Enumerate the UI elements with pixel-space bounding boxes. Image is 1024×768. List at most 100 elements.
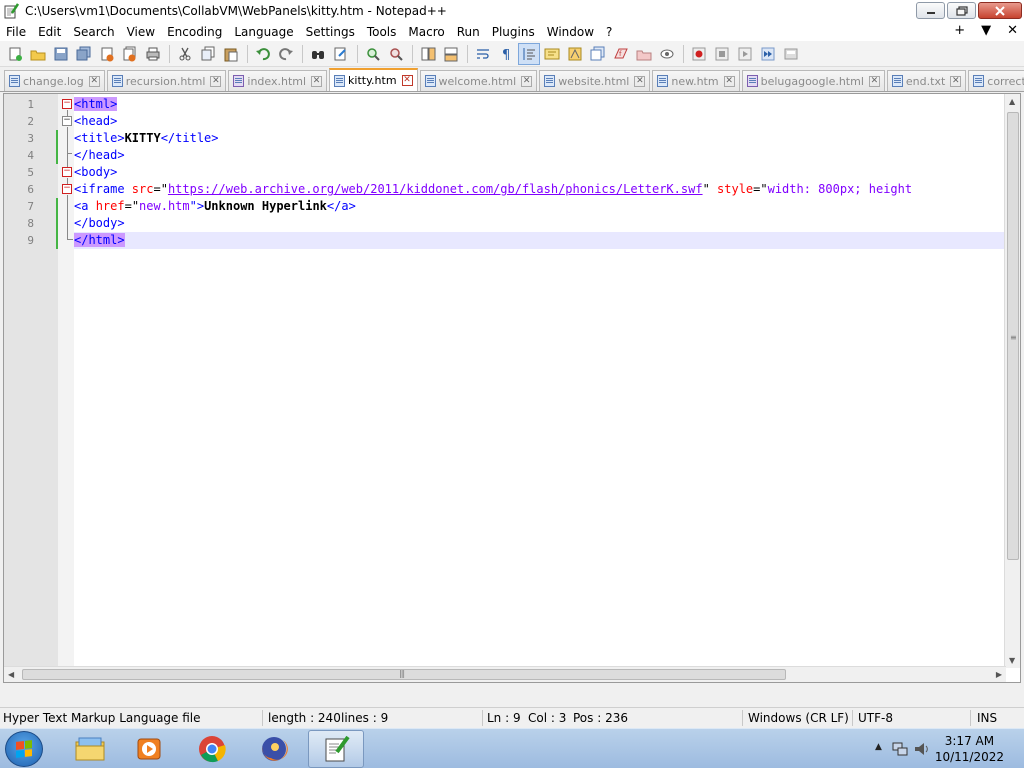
scroll-down-arrow[interactable]: ▼	[1009, 656, 1015, 665]
tab-index-html[interactable]: index.html ✕	[228, 70, 328, 91]
monitor-icon[interactable]	[633, 43, 655, 65]
explorer-icon[interactable]	[62, 730, 118, 768]
fold-collapse-icon[interactable]: −	[62, 116, 72, 126]
status-encoding[interactable]: UTF-8	[858, 711, 893, 725]
notepadpp-icon[interactable]	[308, 730, 364, 768]
sync-v-icon[interactable]	[417, 43, 439, 65]
print-icon[interactable]	[142, 43, 164, 65]
show-hidden-icons-icon[interactable]: ▲	[875, 742, 882, 752]
close-icon[interactable]	[96, 43, 118, 65]
udl-icon[interactable]	[541, 43, 563, 65]
menu-file[interactable]: File	[0, 25, 32, 39]
firefox-icon[interactable]	[246, 730, 302, 768]
maximize-button[interactable]	[947, 2, 976, 19]
tab-website-html[interactable]: website.html ✕	[539, 70, 651, 91]
menu-view[interactable]: View	[121, 25, 161, 39]
menu-run[interactable]: Run	[451, 25, 486, 39]
volume-icon[interactable]	[913, 740, 931, 758]
zoom-in-icon[interactable]	[362, 43, 384, 65]
start-button[interactable]	[5, 731, 43, 767]
menu-tools[interactable]: Tools	[361, 25, 403, 39]
vertical-scrollbar[interactable]: ▲ ≡ ▼	[1004, 94, 1020, 668]
code-area[interactable]: <html> <head> <title>KITTY</title> </hea…	[74, 94, 1004, 682]
new-tab-plus-button[interactable]: +	[954, 23, 965, 38]
scroll-grip-icon: ≡	[1010, 333, 1017, 342]
menu-edit[interactable]: Edit	[32, 25, 67, 39]
replace-icon[interactable]	[330, 43, 352, 65]
tab-correct-html[interactable]: correct.html✕	[968, 70, 1024, 91]
copy-icon[interactable]	[197, 43, 219, 65]
tab-close-icon[interactable]: ✕	[311, 75, 323, 87]
menu-language[interactable]: Language	[228, 25, 299, 39]
scroll-left-arrow[interactable]: ◀	[8, 670, 14, 679]
tab-end-txt[interactable]: end.txt ✕	[886, 70, 967, 91]
show-all-chars-icon[interactable]: ¶	[495, 43, 517, 65]
eye-icon[interactable]	[656, 43, 678, 65]
undo-icon[interactable]	[252, 43, 274, 65]
cut-icon[interactable]	[174, 43, 196, 65]
media-player-icon[interactable]	[121, 730, 177, 768]
open-file-icon[interactable]	[27, 43, 49, 65]
tab-welcome-html[interactable]: welcome.html ✕	[419, 70, 538, 91]
tab-close-icon[interactable]: ✕	[950, 75, 962, 87]
close-button[interactable]	[978, 2, 1022, 19]
play-multiple-icon[interactable]	[757, 43, 779, 65]
menu-plugins[interactable]: Plugins	[486, 25, 541, 39]
network-icon[interactable]	[891, 740, 909, 758]
tab-close-icon[interactable]: ✕	[210, 75, 222, 87]
indent-guide-icon[interactable]	[518, 42, 540, 65]
redo-icon[interactable]	[275, 43, 297, 65]
tab-change-log[interactable]: change.log ✕	[4, 70, 105, 91]
menu-window[interactable]: Window	[541, 25, 600, 39]
paste-icon[interactable]	[220, 43, 242, 65]
function-list-icon[interactable]	[587, 43, 609, 65]
tab-close-icon[interactable]: ✕	[868, 75, 880, 87]
tab-list-dropdown-button[interactable]: ▼	[981, 23, 991, 38]
folder-workspace-icon[interactable]: f	[610, 43, 632, 65]
zoom-out-icon[interactable]	[385, 43, 407, 65]
menu-macro[interactable]: Macro	[402, 25, 450, 39]
tab-close-icon[interactable]: ✕	[88, 75, 100, 87]
scroll-right-arrow[interactable]: ▶	[996, 670, 1002, 679]
find-icon[interactable]	[307, 43, 329, 65]
doc-map-icon[interactable]	[564, 43, 586, 65]
scroll-up-arrow[interactable]: ▲	[1009, 97, 1015, 106]
vertical-scroll-thumb[interactable]: ≡	[1007, 112, 1019, 560]
save-macro-icon[interactable]	[780, 43, 802, 65]
menu-help[interactable]: ?	[600, 25, 618, 39]
tab-close-icon[interactable]: ✕	[723, 75, 735, 87]
sync-h-icon[interactable]	[440, 43, 462, 65]
chrome-icon[interactable]	[184, 730, 240, 768]
horizontal-scroll-thumb[interactable]: |||	[22, 669, 786, 680]
minimize-button[interactable]	[916, 2, 945, 19]
horizontal-scrollbar[interactable]: ◀ ||| ▶	[4, 666, 1006, 682]
tab-close-icon[interactable]: ✕	[401, 75, 413, 86]
play-macro-icon[interactable]	[734, 43, 756, 65]
stop-macro-icon[interactable]	[711, 43, 733, 65]
tab-kitty-htm[interactable]: kitty.htm ✕	[329, 68, 418, 91]
system-clock[interactable]: 3:17 AM 10/11/2022	[935, 733, 1004, 765]
menu-settings[interactable]: Settings	[300, 25, 361, 39]
menu-search[interactable]: Search	[67, 25, 120, 39]
status-divider	[852, 710, 853, 726]
tab-new-htm[interactable]: new.htm ✕	[652, 70, 740, 91]
save-icon[interactable]	[50, 43, 72, 65]
fold-collapse-icon[interactable]: −	[62, 99, 72, 109]
close-all-icon[interactable]	[119, 43, 141, 65]
tab-belugagoogle-html[interactable]: belugagoogle.html ✕	[741, 70, 885, 91]
save-all-icon[interactable]	[73, 43, 95, 65]
tab-close-icon[interactable]: ✕	[634, 75, 646, 87]
new-file-icon[interactable]	[4, 43, 26, 65]
fold-collapse-icon[interactable]: −	[62, 184, 72, 194]
tab-close-icon[interactable]: ✕	[521, 75, 533, 87]
menu-encoding[interactable]: Encoding	[161, 25, 228, 39]
status-eol[interactable]: Windows (CR LF)	[748, 711, 849, 725]
fold-collapse-icon[interactable]: −	[62, 167, 72, 177]
tab-recursion-html[interactable]: recursion.html ✕	[106, 70, 227, 91]
tab-label: correct.html	[987, 74, 1024, 88]
close-document-button[interactable]: ✕	[1007, 23, 1018, 38]
word-wrap-icon[interactable]	[472, 43, 494, 65]
status-insert-mode[interactable]: INS	[977, 711, 997, 725]
record-macro-icon[interactable]	[688, 43, 710, 65]
editor-pane[interactable]: 1 2 3 4 5 6 7 8 9 − − − − <html> <head> …	[3, 93, 1021, 683]
